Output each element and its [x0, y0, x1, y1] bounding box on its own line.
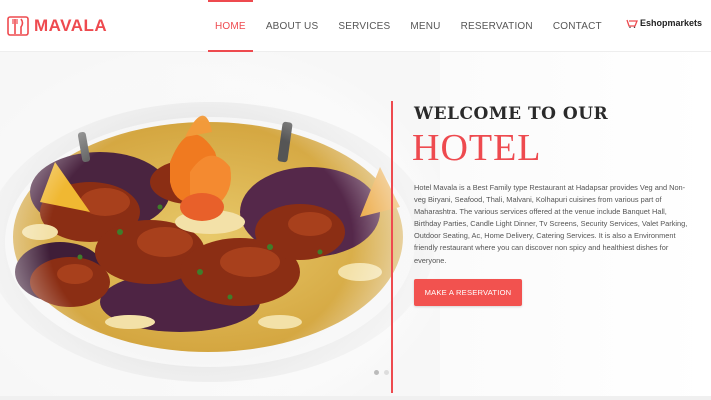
slider-dot[interactable] [374, 370, 379, 375]
hero-heading-line1: WELCOME TO OUR [414, 104, 609, 124]
hero-section: WELCOME TO OUR HOTEL Hotel Mavala is a B… [0, 52, 711, 400]
biryani-dish-image [0, 52, 440, 400]
page-bottom-edge [0, 396, 711, 400]
eshop-label: Eshopmarkets [639, 18, 702, 28]
make-reservation-button[interactable]: MAKE A RESERVATION [414, 279, 522, 306]
nav-reservation[interactable]: RESERVATION [451, 0, 543, 52]
hero-divider [391, 101, 393, 393]
hero-heading-line2: HOTEL [412, 127, 542, 169]
eshop-badge[interactable]: Eshopmarkets [626, 18, 702, 28]
fork-knife-logo-icon [7, 16, 29, 36]
nav-services[interactable]: SERVICES [328, 0, 400, 52]
nav-home[interactable]: HOME [205, 0, 256, 52]
nav-menu[interactable]: MENU [400, 0, 450, 52]
site-header: MAVALA HOME ABOUT US SERVICES MENU RESER… [0, 0, 711, 52]
brand-name: MAVALA [34, 16, 108, 35]
hero-description: Hotel Mavala is a Best Family type Resta… [414, 183, 688, 265]
brand-logo[interactable]: MAVALA [6, 13, 107, 39]
nav-contact[interactable]: CONTACT [543, 0, 612, 52]
main-nav: HOME ABOUT US SERVICES MENU RESERVATION … [205, 0, 612, 52]
eshop-logo-icon [626, 19, 638, 28]
slider-dot[interactable] [384, 370, 389, 375]
nav-about-us[interactable]: ABOUT US [256, 0, 329, 52]
